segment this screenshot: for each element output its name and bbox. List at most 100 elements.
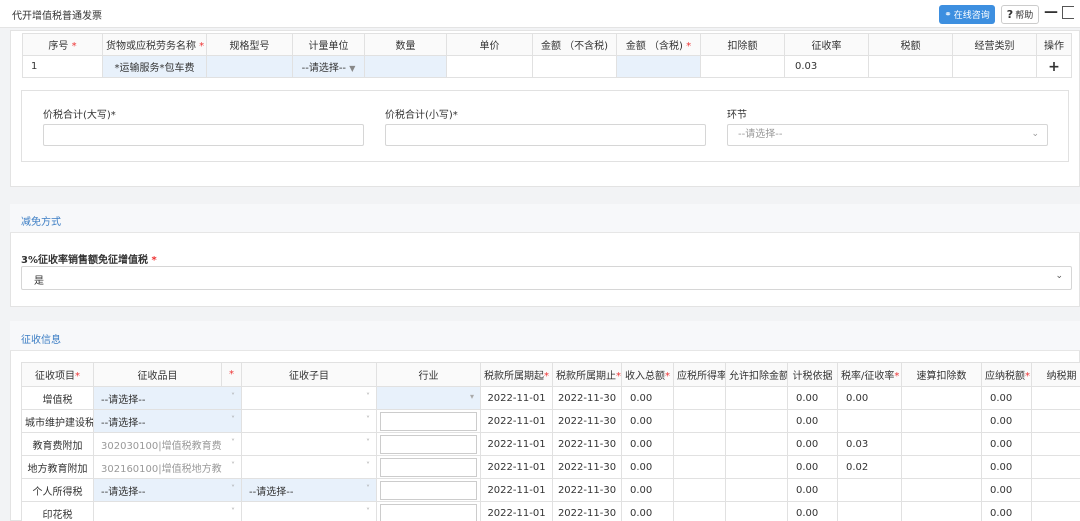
stage-select[interactable]: --请选择-- ⌄ (727, 124, 1048, 146)
spec-input[interactable] (206, 55, 293, 78)
category-cell (952, 55, 1037, 78)
collection-table: 征收项目* 征收品目 * 征收子目 行业 税款所属期起* 税款所属期止* 收入总额* 应税所得率… (21, 362, 1080, 521)
goods-col-header-label: 单价 (479, 41, 500, 52)
period-end-cell: 2022-11-30 (552, 478, 622, 502)
required-mark: * (1025, 371, 1030, 382)
industry-select[interactable] (376, 455, 481, 479)
amount-incl-input[interactable] (616, 55, 701, 78)
collection-item-cell: 增值税 (21, 386, 94, 410)
amount-excl-input[interactable] (532, 55, 617, 78)
subitem-select-value (245, 462, 249, 473)
income-input[interactable]: 0.00 (621, 409, 674, 433)
tax-rate-cell (837, 409, 902, 433)
collection-item-cell: 教育费附加 (21, 432, 94, 456)
goods-col-header-label: 金额 （不含税) (540, 41, 609, 52)
collection-col-header: 税款所属期止* (552, 362, 622, 387)
caret-down-icon: ▼ (349, 64, 356, 73)
goods-col-header-label: 扣除额 (727, 41, 758, 52)
chevron-down-icon: ˅ (366, 507, 370, 516)
collection-item-cell: 城市维护建设税 (21, 409, 94, 433)
collection-col-header: 纳税期 (1031, 362, 1080, 387)
subitem-select[interactable]: ˅ (241, 386, 377, 410)
collection-row: 个人所得税 --请选择-- ˅ --请选择-- ˅ 2022-11-01 2022-11-3… (21, 478, 1080, 502)
category-select[interactable]: --请选择-- ˅ (93, 478, 242, 502)
goods-col-header-label: 规格型号 (229, 41, 270, 52)
income-input[interactable]: 0.00 (621, 478, 674, 502)
collection-col-header: 计税依据 (787, 362, 838, 387)
taxable-rate-cell (673, 432, 726, 456)
required-mark: * (196, 41, 205, 52)
unit-select[interactable]: --请选择-- ▼ (292, 55, 365, 78)
goods-col-header: 税额 (868, 33, 953, 56)
collection-col-header-label: 速算扣除数 (916, 371, 967, 382)
quantity-input[interactable] (364, 55, 447, 78)
add-row-button[interactable]: + (1036, 55, 1072, 78)
goods-col-header-label: 操作 (1044, 41, 1064, 52)
collection-row: 地方教育附加 302160100|增值税地方教 ˅ ˅ 2022-11-01 2022-1… (21, 455, 1080, 479)
tax-rate-cell (837, 501, 902, 521)
income-input[interactable]: 0.00 (621, 455, 674, 479)
collection-col-header-label: 税款所属期止 (556, 371, 616, 382)
subitem-select[interactable]: --请选择-- ˅ (241, 478, 377, 502)
reduction-select[interactable]: 是 ⌄ (21, 266, 1072, 290)
reduction-field-text: 3%征收率销售额免征增值税 (21, 255, 148, 266)
chevron-down-icon: ˅ (231, 461, 235, 470)
taxable-rate-cell (673, 478, 726, 502)
subitem-select[interactable]: ˅ (241, 432, 377, 456)
help-button[interactable]: ? 帮助 (1001, 5, 1039, 24)
tax-basis-cell: 0.00 (787, 409, 838, 433)
category-select[interactable]: 302030100|增值税教育费 ˅ (93, 432, 242, 456)
collection-col-header-label: 税率/征收率 (841, 371, 895, 382)
subitem-select[interactable]: ˅ (241, 455, 377, 479)
tax-basis-cell: 0.00 (787, 478, 838, 502)
goods-col-header: 货物或应税劳务名称 * (102, 33, 207, 56)
online-consult-button[interactable]: ⚭ 在线咨询 (939, 5, 995, 24)
industry-select[interactable] (376, 409, 481, 433)
goods-col-header: 金额 （含税) * (616, 33, 701, 56)
collection-col-header-label: 允许扣除金额 (729, 371, 788, 382)
collection-col-header-label: 应税所得率 (677, 371, 726, 382)
category-select[interactable]: 302160100|增值税地方教 ˅ (93, 455, 242, 479)
goods-col-header-label: 数量 (395, 41, 416, 52)
subitem-select[interactable]: ˅ (241, 501, 377, 521)
goods-col-header: 单价 (446, 33, 533, 56)
goods-name-input[interactable]: *运输服务*包车费 (102, 55, 207, 78)
industry-select[interactable] (376, 501, 481, 521)
industry-select[interactable] (376, 478, 481, 502)
tax-payable-cell: 0.00 (981, 432, 1032, 456)
category-select[interactable]: --请选择-- ˅ (93, 386, 242, 410)
deduction-allowed-cell (725, 432, 788, 456)
chevron-down-icon: ˅ (231, 415, 235, 424)
collection-col-header: 行业 (376, 362, 481, 387)
goods-col-header: 金额 （不含税) (532, 33, 617, 56)
upper-total-label: 价税合计(大写)* (43, 110, 116, 121)
period-start-cell: 2022-11-01 (480, 432, 553, 456)
unit-price-input[interactable] (446, 55, 533, 78)
window-title: 代开增值税普通发票 (12, 11, 102, 22)
income-input[interactable]: 0.00 (621, 501, 674, 521)
taxable-rate-cell (673, 386, 726, 410)
industry-select[interactable] (376, 432, 481, 456)
deduction-input[interactable] (700, 55, 785, 78)
chevron-down-icon: ˅ (366, 438, 370, 447)
industry-input-box (380, 480, 477, 500)
required-mark: * (68, 41, 77, 52)
collection-col-header: 征收品目 (93, 362, 222, 387)
industry-select[interactable]: ▾ (376, 386, 481, 410)
minimize-button[interactable]: — (1044, 4, 1058, 20)
reduction-field-label: 3%征收率销售额免征增值税 * (21, 251, 157, 266)
required-mark: * (665, 371, 670, 382)
maximize-icon[interactable] (1062, 6, 1074, 19)
period-end-cell: 2022-11-30 (552, 432, 622, 456)
collection-col-header: 应纳税额* (981, 362, 1032, 387)
lower-total-input[interactable] (385, 124, 706, 146)
category-select[interactable]: --请选择-- ˅ (93, 409, 242, 433)
chevron-down-icon: ˅ (231, 392, 235, 401)
help-label: 帮助 (1015, 11, 1034, 21)
subitem-select-value: --请选择-- (249, 486, 294, 498)
category-select[interactable]: ˅ (93, 501, 242, 521)
upper-total-input[interactable] (43, 124, 364, 146)
income-input[interactable]: 0.00 (621, 386, 674, 410)
subitem-select[interactable]: ˅ (241, 409, 377, 433)
income-input[interactable]: 0.00 (621, 432, 674, 456)
